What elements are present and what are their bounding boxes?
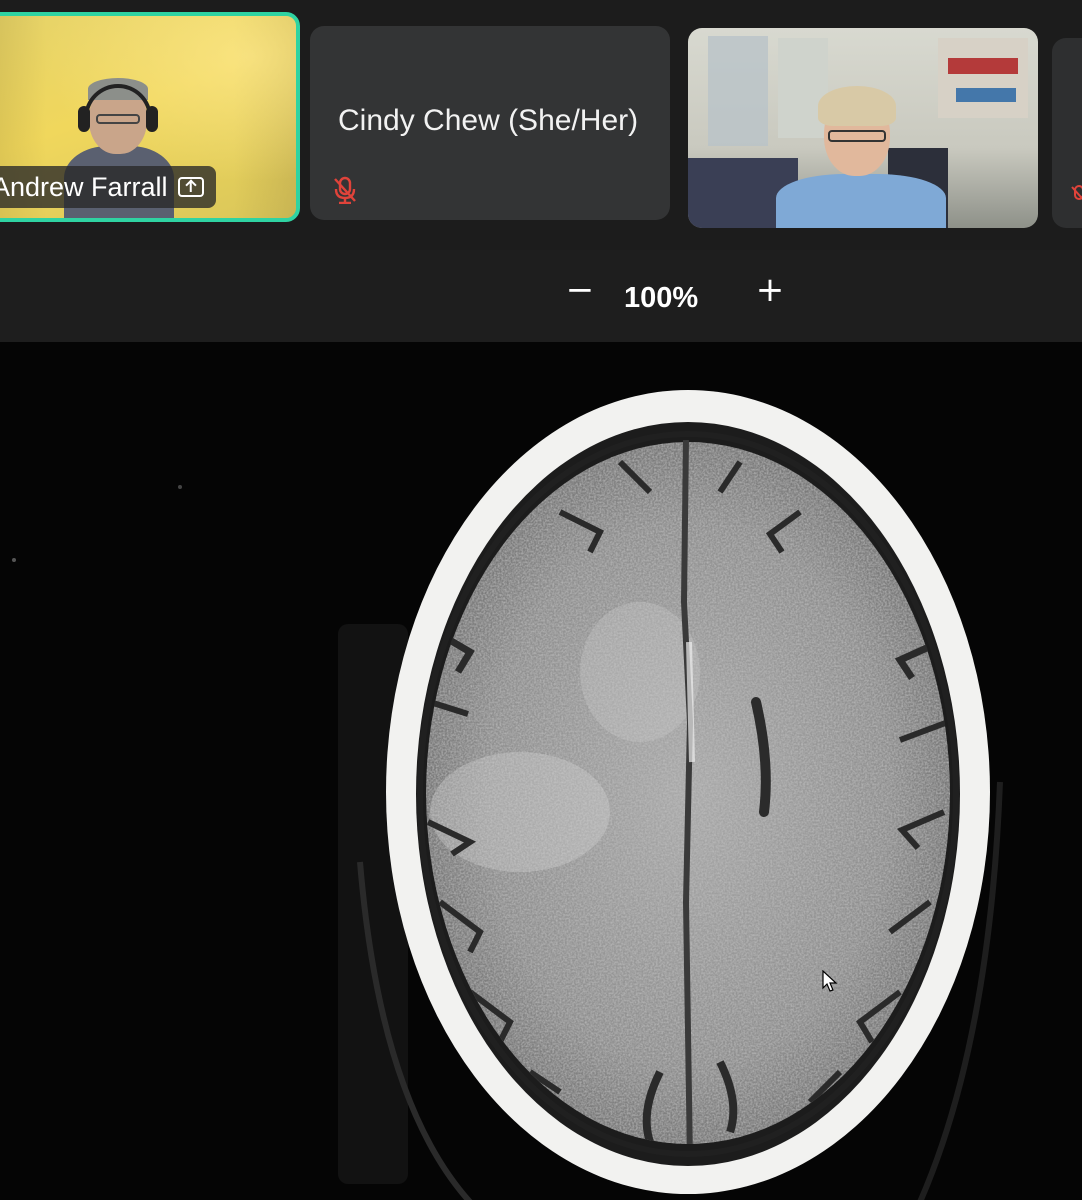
participant-video-woman: [776, 86, 946, 228]
mic-muted-icon: [334, 176, 356, 204]
participant-name: Andrew Farrall: [0, 171, 168, 202]
mic-muted-icon: [1071, 185, 1082, 200]
participant-tile-partial[interactable]: [1052, 38, 1082, 228]
zoom-out-button[interactable]: −: [558, 268, 602, 312]
participant-name-chip: Andrew Farrall: [0, 166, 216, 208]
participant-tile-andrew[interactable]: Andrew Farrall: [0, 12, 300, 222]
participant-tile-video[interactable]: [688, 28, 1038, 228]
mouse-pointer-icon: [822, 970, 838, 992]
shared-screen-content[interactable]: [0, 342, 1082, 1200]
participant-name: Cindy Chew (She/Her): [338, 104, 639, 137]
screen-share-icon: [177, 177, 204, 197]
zoom-level-label: 100%: [624, 282, 699, 314]
participant-tile-cindy[interactable]: Cindy Chew (She/Her): [310, 26, 670, 220]
video-call-window: Andrew Farrall Cindy Chew (She/Her) − 10…: [0, 0, 1082, 1200]
ct-scan-image: [12, 390, 1003, 1200]
zoom-toolbar: [0, 250, 1082, 343]
participant-gallery: Andrew Farrall Cindy Chew (She/Her): [0, 0, 1082, 250]
zoom-in-button[interactable]: +: [748, 268, 792, 312]
